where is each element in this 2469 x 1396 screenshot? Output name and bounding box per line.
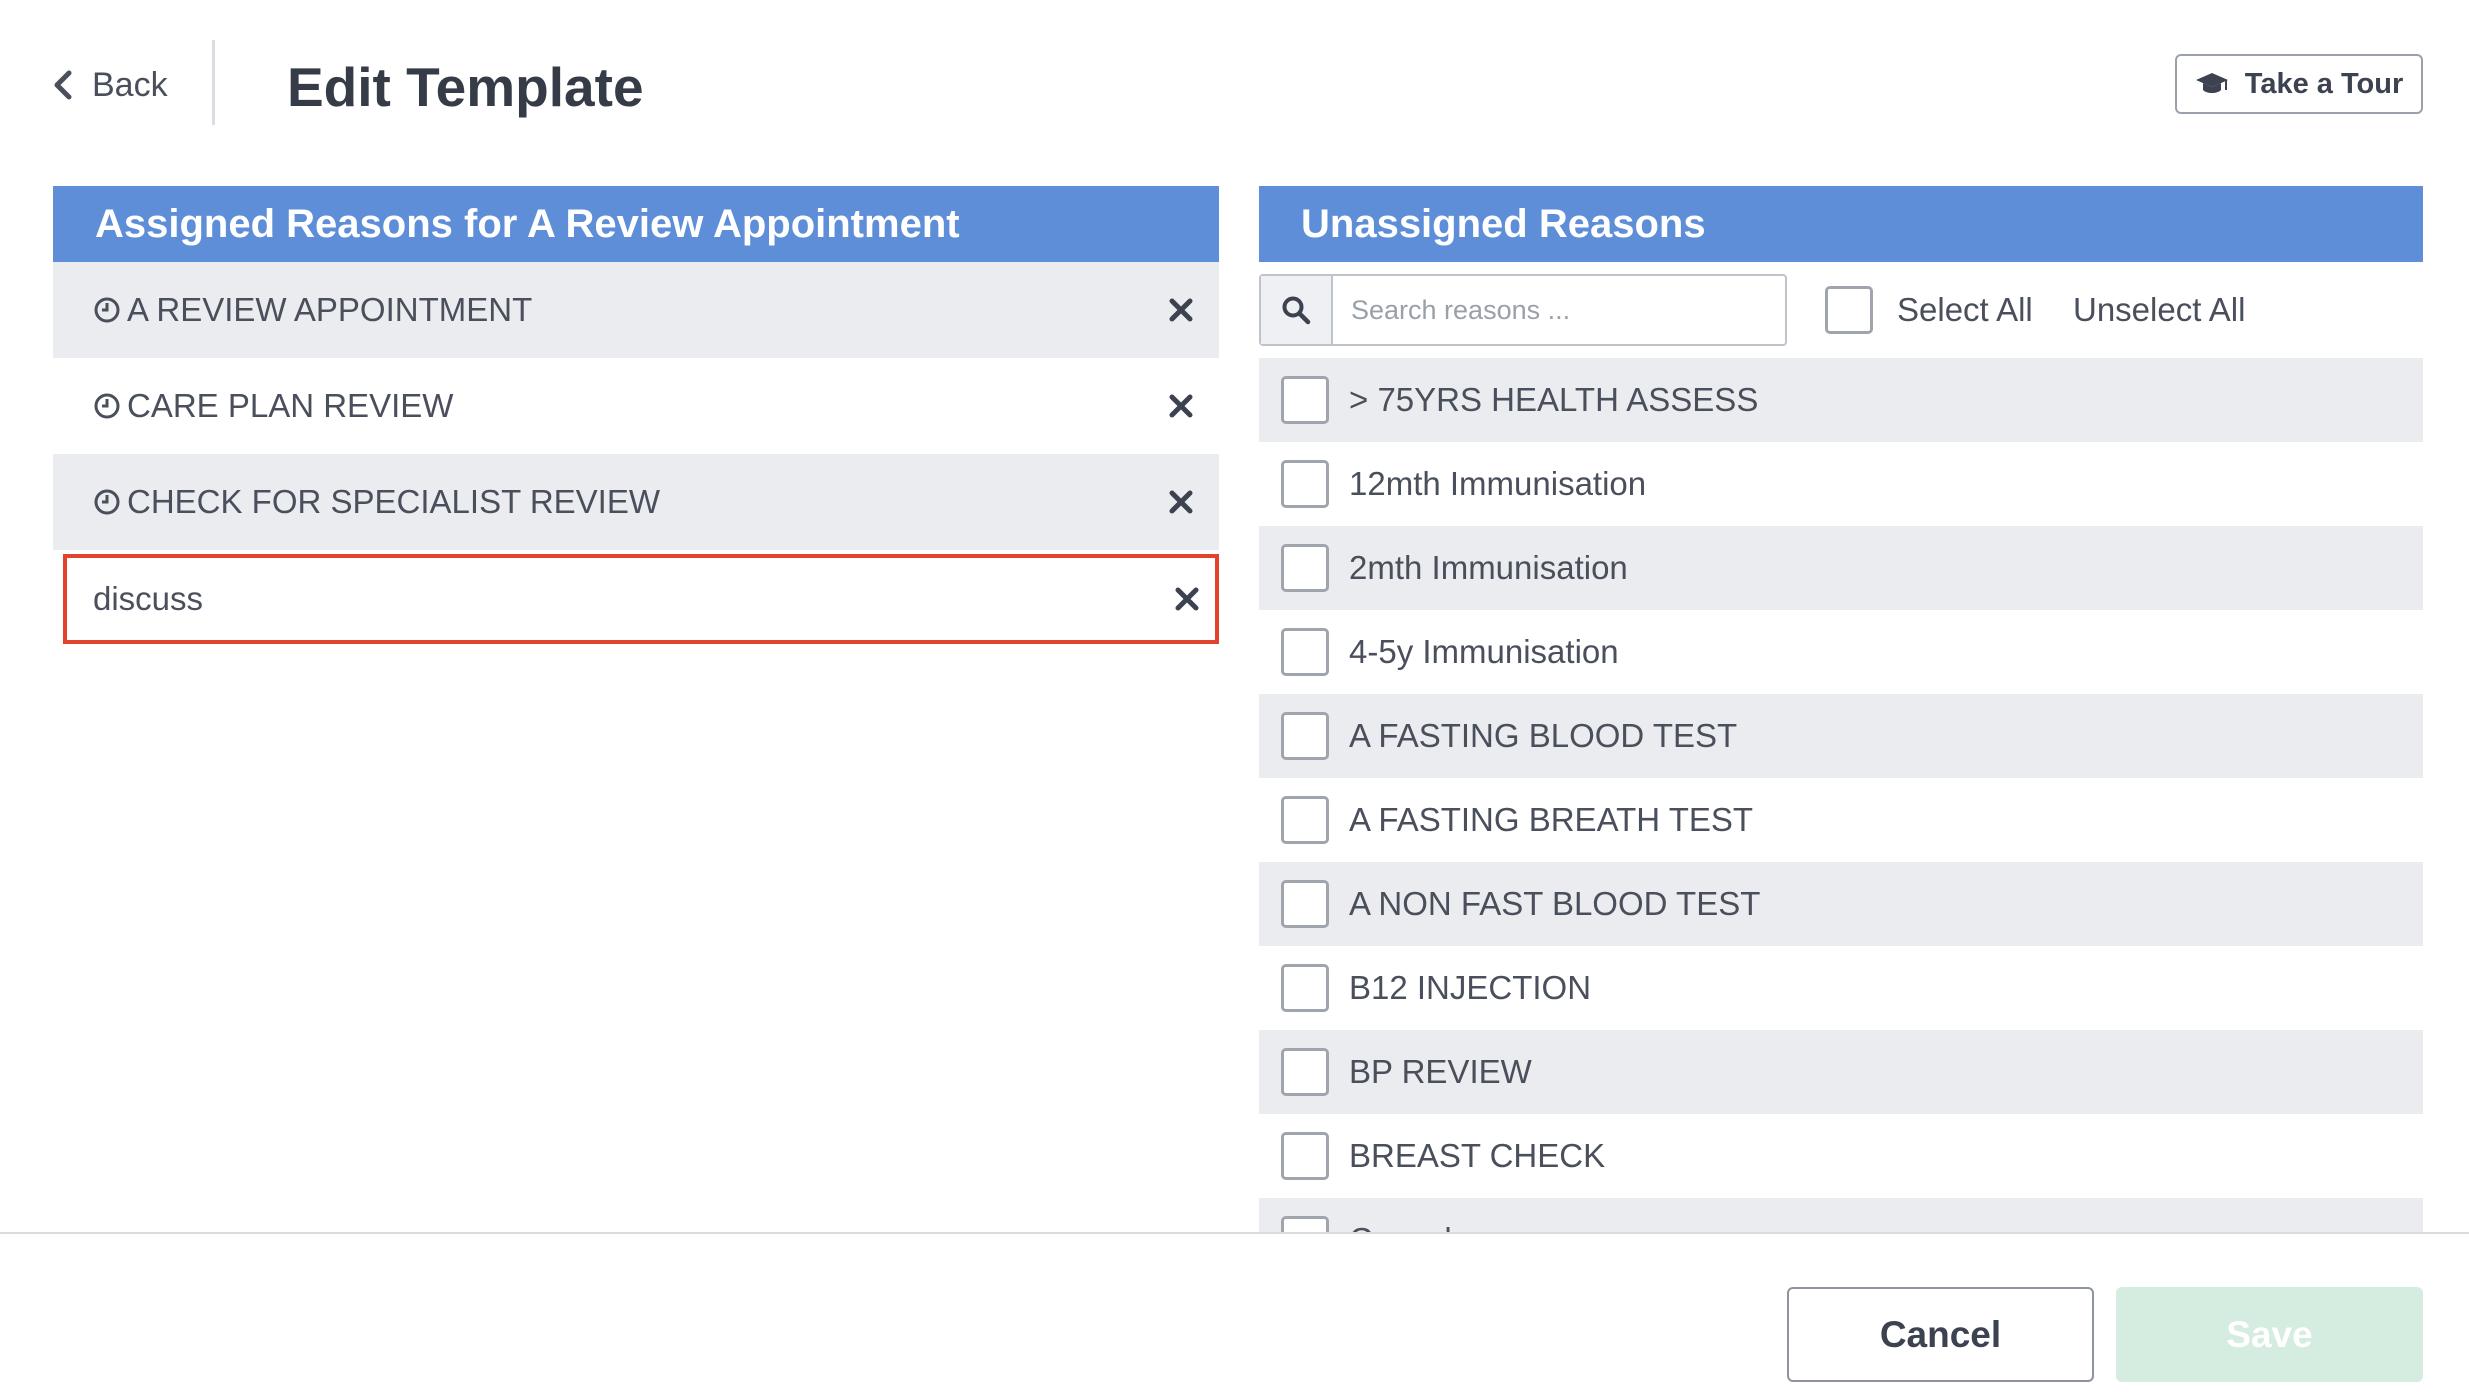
- select-all-label: Select All: [1897, 291, 2033, 328]
- back-label: Back: [92, 65, 168, 104]
- clock-icon: [94, 393, 120, 419]
- list-item[interactable]: BREAST CHECK: [1259, 1114, 2423, 1198]
- assigned-reason-label: CARE PLAN REVIEW: [127, 387, 454, 424]
- search-reasons-input[interactable]: [1333, 276, 1785, 344]
- list-item[interactable]: 2mth Immunisation: [1259, 526, 2423, 610]
- reason-label: > 75YRS HEALTH ASSESS: [1349, 381, 1759, 418]
- unassigned-reasons-list: > 75YRS HEALTH ASSESS 12mth Immunisation…: [1259, 358, 2423, 1232]
- reason-label: A FASTING BLOOD TEST: [1349, 717, 1738, 754]
- assigned-reason-row-highlighted[interactable]: discuss: [63, 554, 1219, 644]
- reason-checkbox[interactable]: [1281, 544, 1329, 592]
- edit-template-page: Back Edit Template Take a Tour Assigned …: [0, 0, 2469, 1396]
- take-a-tour-label: Take a Tour: [2244, 67, 2404, 100]
- clock-icon: [94, 489, 120, 515]
- reason-checkbox[interactable]: [1281, 1216, 1329, 1232]
- take-a-tour-button[interactable]: Take a Tour: [2175, 54, 2423, 114]
- remove-reason-icon[interactable]: [1167, 488, 1195, 516]
- graduation-cap-icon: [2195, 73, 2228, 93]
- reason-label: A NON FAST BLOOD TEST: [1349, 885, 1761, 922]
- list-item[interactable]: B12 INJECTION: [1259, 946, 2423, 1030]
- unselect-all-link[interactable]: Unselect All: [2073, 284, 2245, 336]
- reason-label: A FASTING BREATH TEST: [1349, 801, 1754, 838]
- footer-divider: [0, 1232, 2469, 1234]
- list-item[interactable]: A FASTING BLOOD TEST: [1259, 694, 2423, 778]
- reason-label: Cancel: [1349, 1221, 1452, 1232]
- assigned-reason-row: CARE PLAN REVIEW: [53, 358, 1219, 454]
- reason-label: 2mth Immunisation: [1349, 549, 1628, 586]
- assigned-reason-row: A REVIEW APPOINTMENT: [53, 262, 1219, 358]
- assigned-reason-label: CHECK FOR SPECIALIST REVIEW: [127, 483, 660, 520]
- remove-reason-icon[interactable]: [1167, 296, 1195, 324]
- list-item[interactable]: A FASTING BREATH TEST: [1259, 778, 2423, 862]
- select-all-toggle[interactable]: Select All: [1825, 284, 2033, 336]
- reason-checkbox[interactable]: [1281, 964, 1329, 1012]
- reason-label: BREAST CHECK: [1349, 1137, 1606, 1174]
- reason-label: 12mth Immunisation: [1349, 465, 1647, 502]
- reason-checkbox[interactable]: [1281, 1048, 1329, 1096]
- chevron-left-icon: [54, 70, 72, 100]
- assigned-reason-label: A REVIEW APPOINTMENT: [127, 291, 533, 328]
- list-item[interactable]: Cancel: [1259, 1198, 2423, 1232]
- unassigned-reasons-heading: Unassigned Reasons: [1259, 186, 2423, 262]
- search-button[interactable]: [1261, 276, 1333, 344]
- clock-icon: [94, 297, 120, 323]
- reason-label: 4-5y Immunisation: [1349, 633, 1619, 670]
- reason-checkbox[interactable]: [1281, 1132, 1329, 1180]
- reason-checkbox[interactable]: [1281, 460, 1329, 508]
- back-button[interactable]: Back: [52, 60, 168, 110]
- reason-label: B12 INJECTION: [1349, 969, 1592, 1006]
- search-icon: [1282, 296, 1311, 325]
- page-title: Edit Template: [287, 56, 644, 118]
- list-item[interactable]: 4-5y Immunisation: [1259, 610, 2423, 694]
- list-item[interactable]: 12mth Immunisation: [1259, 442, 2423, 526]
- reason-label: BP REVIEW: [1349, 1053, 1532, 1090]
- select-all-checkbox[interactable]: [1825, 286, 1873, 334]
- assigned-reason-row: CHECK FOR SPECIALIST REVIEW: [53, 454, 1219, 550]
- reason-checkbox[interactable]: [1281, 376, 1329, 424]
- cancel-button[interactable]: Cancel: [1787, 1287, 2094, 1382]
- remove-reason-icon[interactable]: [1173, 585, 1201, 613]
- reason-checkbox[interactable]: [1281, 712, 1329, 760]
- reason-checkbox[interactable]: [1281, 796, 1329, 844]
- reason-checkbox[interactable]: [1281, 880, 1329, 928]
- assigned-reasons-list: A REVIEW APPOINTMENT CARE PLAN REVIEW CH…: [53, 262, 1219, 644]
- reason-checkbox[interactable]: [1281, 628, 1329, 676]
- header-divider: [212, 40, 215, 125]
- assigned-reasons-heading: Assigned Reasons for A Review Appointmen…: [53, 186, 1219, 262]
- list-item[interactable]: BP REVIEW: [1259, 1030, 2423, 1114]
- assigned-reason-label: discuss: [93, 580, 204, 617]
- list-item[interactable]: A NON FAST BLOOD TEST: [1259, 862, 2423, 946]
- list-item[interactable]: > 75YRS HEALTH ASSESS: [1259, 358, 2423, 442]
- save-button[interactable]: Save: [2116, 1287, 2423, 1382]
- remove-reason-icon[interactable]: [1167, 392, 1195, 420]
- search-reasons-box: [1259, 274, 1787, 346]
